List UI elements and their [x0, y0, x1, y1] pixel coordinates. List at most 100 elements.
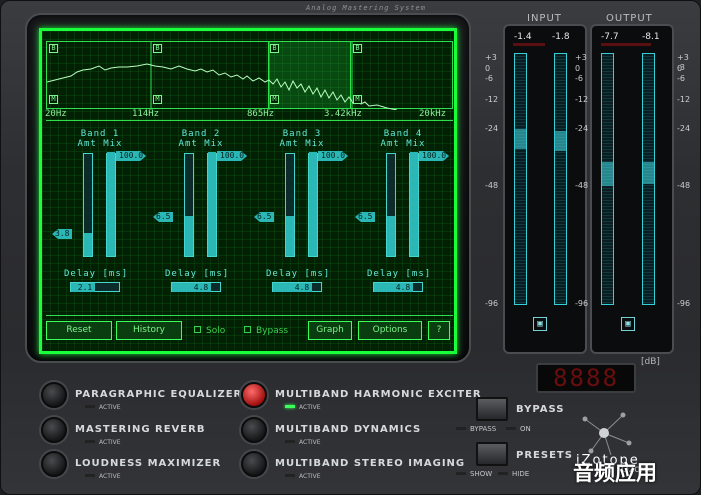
amount-value: 3.8: [52, 229, 73, 239]
scale-label: -6: [485, 74, 493, 83]
scale-label: 0: [575, 64, 581, 73]
scale-label: -48: [575, 181, 589, 190]
scale-label: +3: [485, 53, 497, 62]
slider-fill: [208, 152, 216, 256]
hide-option[interactable]: HIDE: [498, 470, 529, 478]
show-option-label: SHOW: [470, 470, 493, 478]
module-toggle-button[interactable]: [41, 417, 67, 443]
amount-slider[interactable]: [184, 153, 194, 257]
module-toggle-button[interactable]: [241, 417, 267, 443]
input-right-meter: [554, 53, 567, 305]
help-button[interactable]: ?: [428, 321, 450, 340]
input-link-icon[interactable]: ▣: [533, 317, 547, 331]
scale-label: -6: [575, 74, 583, 83]
delay-value: 4.8: [273, 283, 312, 292]
module-name: MASTERING REVERB: [75, 424, 206, 435]
meter-peak: [643, 162, 654, 184]
graph-button[interactable]: Graph: [308, 321, 352, 340]
mix-value: 100.0: [116, 151, 146, 161]
mix-slider[interactable]: [207, 152, 217, 257]
meter-peak: [602, 162, 613, 186]
scale-label: -96: [575, 299, 589, 308]
amount-value: 6.5: [355, 212, 376, 222]
delay-slider[interactable]: 4.8: [272, 282, 322, 292]
bypass-button[interactable]: [476, 397, 508, 421]
slider-fill: [84, 233, 92, 256]
amount-slider[interactable]: [83, 153, 93, 257]
presets-button[interactable]: [476, 442, 508, 466]
delay-value: 2.1: [71, 283, 95, 292]
input-clip-indicator: [513, 43, 545, 46]
amount-slider[interactable]: [285, 153, 295, 257]
module-toggle-button[interactable]: [241, 382, 267, 408]
bypass-checkbox[interactable]: Bypass: [244, 326, 288, 336]
show-option[interactable]: SHOW: [456, 470, 492, 478]
module-status: ACTIVE: [299, 404, 321, 411]
module-name: MULTIBAND STEREO IMAGING: [275, 458, 466, 469]
mix-value: 100.0: [318, 151, 348, 161]
module-status: ACTIVE: [99, 404, 121, 411]
band-marker[interactable]: B: [353, 44, 362, 53]
slider-fill: [387, 216, 395, 256]
mute-marker[interactable]: M: [353, 95, 362, 104]
app-subtitle: Analog Mastering System: [306, 4, 426, 12]
mix-slider[interactable]: [308, 152, 318, 257]
on-option[interactable]: ON: [506, 425, 531, 433]
mix-slider[interactable]: [106, 152, 116, 257]
scale-label: -12: [677, 95, 691, 104]
module-toggle-button[interactable]: [41, 451, 67, 477]
bypass-label: Bypass: [256, 326, 289, 336]
amount-slider[interactable]: [386, 153, 396, 257]
band-marker[interactable]: B: [49, 44, 58, 53]
module-toggle-button[interactable]: [241, 451, 267, 477]
freq-label: 20Hz: [45, 109, 67, 119]
mix-value: 100.0: [217, 151, 247, 161]
status-led: [85, 440, 95, 443]
module-active-indicator: ACTIVE: [85, 473, 121, 480]
slider-fill: [107, 152, 115, 256]
scale-label: -48: [485, 181, 499, 190]
mute-marker[interactable]: M: [270, 95, 279, 104]
mix-slider[interactable]: [409, 152, 419, 257]
output-peak-left: -7.7: [601, 32, 619, 42]
band-columns: Amt Mix: [279, 139, 325, 149]
mute-marker[interactable]: M: [153, 95, 162, 104]
plugin-window: Analog Mastering System B B B B M M M M …: [0, 0, 701, 495]
status-led: [285, 440, 295, 443]
module-toggle-button[interactable]: [41, 382, 67, 408]
db-unit-label: [dB]: [641, 357, 660, 367]
delay-slider[interactable]: 4.8: [373, 282, 423, 292]
freq-label: 3.42kHz: [324, 109, 362, 119]
delay-slider[interactable]: 2.1: [70, 282, 120, 292]
band-marker[interactable]: B: [153, 44, 162, 53]
scale-label: -96: [485, 299, 499, 308]
band-title: Band 3: [282, 129, 322, 139]
spectrum-display[interactable]: [46, 41, 453, 110]
delay-slider[interactable]: 4.8: [171, 282, 221, 292]
options-button[interactable]: Options: [358, 321, 422, 340]
history-button[interactable]: History: [116, 321, 182, 340]
module-status: ACTIVE: [299, 473, 321, 480]
on-option-label: ON: [520, 425, 531, 433]
freq-label: 114Hz: [132, 109, 160, 119]
reset-button[interactable]: Reset: [46, 321, 112, 340]
freq-label: 865Hz: [247, 109, 275, 119]
output-link-icon[interactable]: ▣: [621, 317, 635, 331]
scale-label: -12: [485, 95, 499, 104]
module-active-indicator: ACTIVE: [285, 473, 321, 480]
band-marker[interactable]: B: [270, 44, 279, 53]
crt-screen: B B B B M M M M 20Hz 114Hz 865Hz 3.42kHz…: [39, 28, 457, 354]
module-active-indicator: ACTIVE: [285, 404, 321, 411]
delay-label: Delay [ms]: [165, 269, 230, 279]
output-clip-indicator: [601, 43, 651, 46]
mute-marker[interactable]: M: [49, 95, 58, 104]
module-name: MULTIBAND DYNAMICS: [275, 424, 422, 435]
freq-label: 20kHz: [419, 109, 447, 119]
scale-label: -24: [575, 124, 589, 133]
solo-checkbox[interactable]: Solo: [194, 326, 225, 336]
hide-option-label: HIDE: [512, 470, 530, 478]
scale-label: -24: [485, 124, 499, 133]
bypass-option[interactable]: BYPASS: [456, 425, 496, 433]
izotope-logo-icon: [582, 412, 632, 456]
module-status: ACTIVE: [99, 473, 121, 480]
